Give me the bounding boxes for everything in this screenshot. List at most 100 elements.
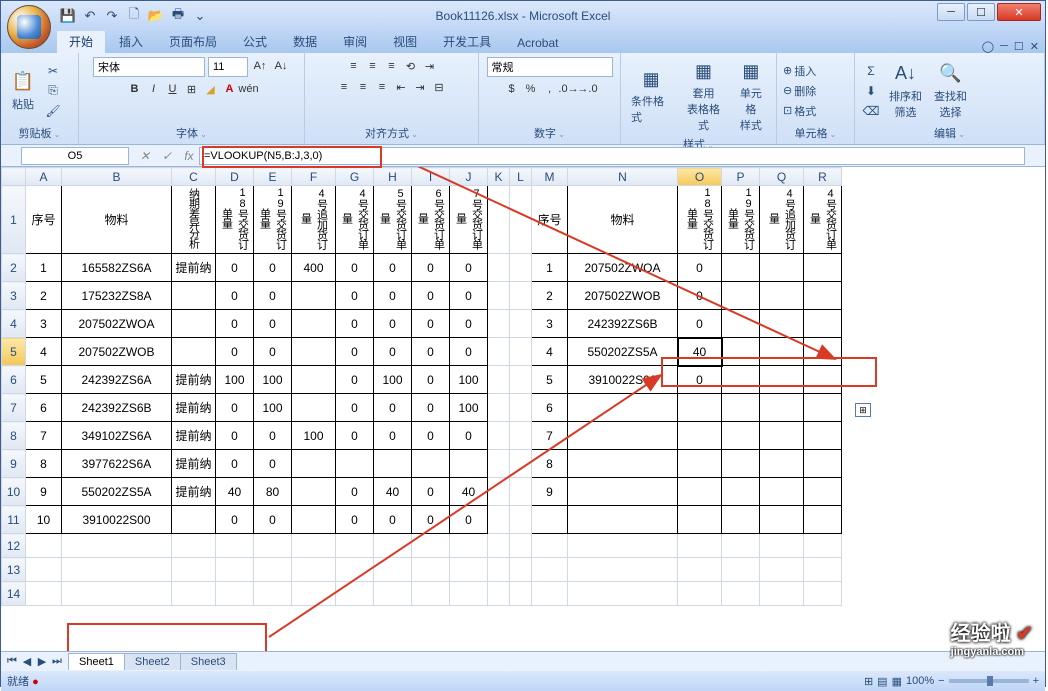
cell[interactable]: 40	[374, 478, 412, 506]
cell[interactable]	[510, 282, 532, 310]
header-cell[interactable]: 序号	[26, 186, 62, 254]
cell[interactable]: 0	[678, 282, 722, 310]
cell[interactable]: 100	[254, 366, 292, 394]
cell[interactable]: 6	[532, 394, 568, 422]
cell[interactable]: 9	[532, 478, 568, 506]
cut-icon[interactable]: ✂	[43, 62, 63, 80]
fx-icon[interactable]: fx	[179, 147, 199, 165]
cell[interactable]: 0	[216, 394, 254, 422]
underline-button[interactable]: U	[164, 80, 182, 98]
cell[interactable]	[722, 422, 760, 450]
cell[interactable]: 0	[216, 254, 254, 282]
col-header-N[interactable]: N	[568, 168, 678, 186]
cell[interactable]	[488, 366, 510, 394]
phonetic-button[interactable]: wén	[240, 80, 258, 98]
border-button[interactable]: ⊞	[183, 80, 201, 98]
row-header-10[interactable]: 10	[2, 478, 26, 506]
cell[interactable]: 6	[26, 394, 62, 422]
cell[interactable]	[760, 394, 804, 422]
cell[interactable]	[412, 582, 450, 606]
cell[interactable]	[336, 534, 374, 558]
cell[interactable]	[678, 506, 722, 534]
cell[interactable]: 0	[374, 422, 412, 450]
cell[interactable]	[760, 582, 804, 606]
cell[interactable]	[374, 450, 412, 478]
find-select-button[interactable]: 🔍查找和 选择	[930, 60, 971, 122]
cell[interactable]	[488, 310, 510, 338]
new-icon[interactable]: 🗋	[125, 7, 143, 25]
redo-icon[interactable]: ↷	[103, 7, 121, 25]
sheet-nav-first-icon[interactable]: ⏮	[5, 655, 19, 668]
cell[interactable]	[510, 582, 532, 606]
cell[interactable]	[510, 534, 532, 558]
header-cell[interactable]: 4号交货订单量	[336, 186, 374, 254]
cell[interactable]: 5	[26, 366, 62, 394]
row-header-1[interactable]: 1	[2, 186, 26, 254]
name-box[interactable]: O5	[21, 147, 129, 165]
cell[interactable]	[488, 534, 510, 558]
cell[interactable]	[804, 582, 842, 606]
cell[interactable]	[568, 506, 678, 534]
cell[interactable]: 0	[216, 310, 254, 338]
cell[interactable]	[62, 582, 172, 606]
tab-Acrobat[interactable]: Acrobat	[505, 33, 570, 53]
cell[interactable]	[450, 558, 488, 582]
cell[interactable]	[722, 506, 760, 534]
font-size-combo[interactable]: 11	[208, 57, 248, 77]
cell[interactable]	[374, 558, 412, 582]
cell[interactable]	[722, 310, 760, 338]
cell[interactable]	[450, 582, 488, 606]
cell[interactable]	[722, 366, 760, 394]
cell[interactable]	[678, 534, 722, 558]
cell[interactable]	[678, 558, 722, 582]
cancel-formula-icon[interactable]: ✕	[135, 147, 155, 165]
cell[interactable]: 100	[292, 422, 336, 450]
spreadsheet-grid[interactable]: ABCDEFGHIJKLMNOPQR1序号物料纳期差异分析18号交货订单量19号…	[1, 167, 1045, 651]
cell[interactable]	[568, 478, 678, 506]
row-header-14[interactable]: 14	[2, 582, 26, 606]
cell[interactable]	[292, 394, 336, 422]
zoom-level[interactable]: 100%	[906, 675, 934, 687]
cell[interactable]: 400	[292, 254, 336, 282]
cell[interactable]	[336, 450, 374, 478]
cell[interactable]: 175232ZS8A	[62, 282, 172, 310]
cell[interactable]: 0	[412, 254, 450, 282]
cell[interactable]: 5	[532, 366, 568, 394]
sort-filter-button[interactable]: A↓排序和 筛选	[885, 60, 926, 122]
cell[interactable]	[216, 582, 254, 606]
cell[interactable]	[488, 450, 510, 478]
cell[interactable]	[172, 282, 216, 310]
cell[interactable]	[412, 558, 450, 582]
cell[interactable]	[488, 478, 510, 506]
cell[interactable]: 242392ZS6B	[568, 310, 678, 338]
header-cell[interactable]: 6号交货订单量	[412, 186, 450, 254]
cell[interactable]: 100	[450, 366, 488, 394]
minimize-button[interactable]: ─	[937, 3, 965, 21]
cell[interactable]	[254, 582, 292, 606]
cell[interactable]	[804, 558, 842, 582]
cell[interactable]: 0	[412, 422, 450, 450]
header-cell[interactable]: 19号交货订单量	[722, 186, 760, 254]
cell[interactable]: 3910022S00	[568, 366, 678, 394]
open-icon[interactable]: 📂	[147, 7, 165, 25]
indent-dec-icon[interactable]: ⇤	[392, 78, 410, 96]
cell[interactable]: 提前纳	[172, 394, 216, 422]
cell[interactable]	[804, 310, 842, 338]
formula-input[interactable]: =VLOOKUP(N5,B:J,3,0)	[199, 147, 1025, 165]
cell[interactable]: 0	[336, 506, 374, 534]
cell[interactable]: 550202ZS5A	[62, 478, 172, 506]
cell[interactable]	[172, 558, 216, 582]
cell[interactable]: 0	[254, 422, 292, 450]
cell[interactable]: 0	[216, 506, 254, 534]
cell[interactable]	[532, 558, 568, 582]
maximize-button[interactable]: ☐	[967, 3, 995, 21]
row-header-9[interactable]: 9	[2, 450, 26, 478]
col-header-P[interactable]: P	[722, 168, 760, 186]
cell[interactable]: 1	[26, 254, 62, 282]
cell[interactable]: 8	[532, 450, 568, 478]
cell[interactable]	[510, 338, 532, 366]
cell[interactable]: 3910022S00	[62, 506, 172, 534]
zoom-in-icon[interactable]: +	[1033, 675, 1039, 687]
cell[interactable]	[172, 310, 216, 338]
col-header-A[interactable]: A	[26, 168, 62, 186]
